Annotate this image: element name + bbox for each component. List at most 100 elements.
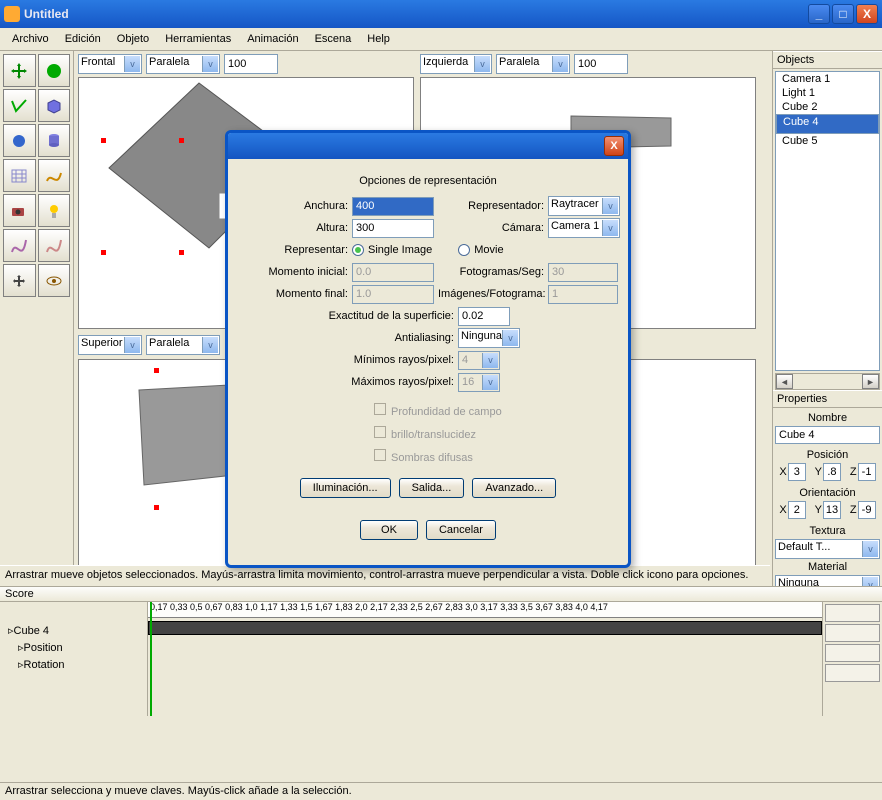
gloss-label: brillo/translucidez bbox=[391, 429, 476, 441]
tl-tool-1[interactable] bbox=[825, 604, 880, 622]
dialog-close-icon[interactable]: X bbox=[604, 136, 624, 156]
list-item[interactable]: Cube 2 bbox=[776, 100, 879, 114]
tl-tool-3[interactable] bbox=[825, 644, 880, 662]
pos-x-input[interactable] bbox=[788, 463, 806, 481]
cylinder-tool[interactable] bbox=[38, 124, 71, 157]
list-item[interactable]: Camera 1 bbox=[776, 72, 879, 86]
track-name[interactable]: ▹Cube 4 bbox=[4, 622, 143, 639]
window-title: Untitled bbox=[24, 7, 806, 21]
camera-label: Cámara: bbox=[438, 222, 544, 234]
move-view-tool[interactable] bbox=[3, 264, 36, 297]
track-row[interactable]: ▹Position bbox=[4, 639, 143, 656]
right-panel: Objects Camera 1 Light 1 Cube 2 Cube 4 C… bbox=[772, 51, 882, 641]
curve-tool[interactable] bbox=[3, 229, 36, 262]
view-bl-select[interactable]: Superior bbox=[78, 335, 142, 355]
ori-z-input[interactable] bbox=[858, 501, 876, 519]
dialog-titlebar[interactable]: X bbox=[228, 133, 628, 159]
proj-tl-select[interactable]: Paralela bbox=[146, 54, 220, 74]
sphere-tool[interactable] bbox=[38, 54, 71, 87]
menu-herramientas[interactable]: Herramientas bbox=[157, 30, 239, 48]
score-header: Score bbox=[0, 586, 882, 602]
antialias-select[interactable]: Ninguna bbox=[458, 328, 520, 348]
texture-select[interactable]: Default T... bbox=[775, 539, 880, 559]
minimize-button[interactable]: _ bbox=[808, 4, 830, 24]
playhead[interactable] bbox=[150, 602, 152, 716]
eye-tool[interactable] bbox=[38, 264, 71, 297]
track-row[interactable]: ▹Rotation bbox=[4, 656, 143, 673]
timeline-tools bbox=[822, 602, 882, 716]
output-button[interactable]: Salida... bbox=[399, 478, 465, 498]
height-input[interactable] bbox=[352, 219, 434, 238]
cancel-button[interactable]: Cancelar bbox=[426, 520, 496, 540]
advanced-button[interactable]: Avanzado... bbox=[472, 478, 556, 498]
scale-tool[interactable] bbox=[3, 124, 36, 157]
timeline-ruler[interactable]: 0,17 0,33 0,5 0,67 0,83 1,0 1,17 1,33 1,… bbox=[148, 602, 822, 618]
tl-tool-2[interactable] bbox=[825, 624, 880, 642]
zoom-tr-input[interactable] bbox=[574, 54, 628, 74]
menu-objeto[interactable]: Objeto bbox=[109, 30, 157, 48]
spline-tool[interactable] bbox=[38, 159, 71, 192]
width-input[interactable] bbox=[352, 197, 434, 216]
renderer-label: Representador: bbox=[438, 200, 544, 212]
width-label: Anchura: bbox=[234, 200, 348, 212]
list-item[interactable]: Light 1 bbox=[776, 86, 879, 100]
move-tool[interactable] bbox=[3, 54, 36, 87]
single-image-label: Single Image bbox=[368, 244, 432, 256]
ori-y-input[interactable] bbox=[823, 501, 841, 519]
camera-tool[interactable] bbox=[3, 194, 36, 227]
material-label: Material bbox=[775, 559, 880, 575]
dof-checkbox bbox=[374, 403, 386, 415]
maxray-label: Máximos rayos/pixel: bbox=[234, 376, 454, 388]
single-image-radio[interactable] bbox=[352, 244, 364, 256]
renderer-select[interactable]: Raytracer bbox=[548, 196, 620, 216]
zoom-tl-input[interactable] bbox=[224, 54, 278, 74]
proj-bl-select[interactable]: Paralela bbox=[146, 335, 220, 355]
maxray-select: 16 bbox=[458, 373, 500, 392]
minray-label: Mínimos rayos/pixel: bbox=[234, 354, 454, 366]
curve2-tool[interactable] bbox=[38, 229, 71, 262]
scroll-left-icon[interactable]: ◄ bbox=[776, 374, 793, 389]
ipf-label: Imágenes/Fotograma: bbox=[438, 288, 544, 300]
ori-x-input[interactable] bbox=[788, 501, 806, 519]
menu-help[interactable]: Help bbox=[359, 30, 398, 48]
scroll-right-icon[interactable]: ► bbox=[862, 374, 879, 389]
accuracy-input[interactable] bbox=[458, 307, 510, 326]
maximize-button[interactable]: □ bbox=[832, 4, 854, 24]
close-button[interactable]: X bbox=[856, 4, 878, 24]
movie-radio[interactable] bbox=[458, 244, 470, 256]
render-label: Representar: bbox=[234, 244, 348, 256]
menu-escena[interactable]: Escena bbox=[307, 30, 360, 48]
name-input[interactable] bbox=[775, 426, 880, 444]
pos-y-input[interactable] bbox=[823, 463, 841, 481]
view-tl-select[interactable]: Frontal bbox=[78, 54, 142, 74]
pos-z-input[interactable] bbox=[858, 463, 876, 481]
accuracy-label: Exactitud de la superficie: bbox=[234, 310, 454, 322]
objects-scrollbar[interactable]: ◄ ► bbox=[775, 373, 880, 390]
window-titlebar: Untitled _ □ X bbox=[0, 0, 882, 28]
illumination-button[interactable]: Iluminación... bbox=[300, 478, 391, 498]
menu-edicion[interactable]: Edición bbox=[57, 30, 109, 48]
view-tr-select[interactable]: Izquierda bbox=[420, 54, 492, 74]
list-item[interactable]: Cube 4 bbox=[776, 114, 879, 134]
rotate-tool[interactable] bbox=[3, 89, 36, 122]
mesh-tool[interactable] bbox=[3, 159, 36, 192]
objects-header: Objects bbox=[773, 51, 882, 69]
camera-select[interactable]: Camera 1 bbox=[548, 218, 620, 238]
ok-button[interactable]: OK bbox=[360, 520, 418, 540]
menu-animacion[interactable]: Animación bbox=[239, 30, 306, 48]
name-label: Nombre bbox=[775, 410, 880, 426]
track-bar[interactable] bbox=[148, 621, 822, 635]
menu-archivo[interactable]: Archivo bbox=[4, 30, 57, 48]
softshadow-checkbox bbox=[374, 449, 386, 461]
cube-tool[interactable] bbox=[38, 89, 71, 122]
list-item[interactable]: Cube 5 bbox=[776, 134, 879, 148]
object-list[interactable]: Camera 1 Light 1 Cube 2 Cube 4 Cube 5 bbox=[775, 71, 880, 371]
gloss-checkbox bbox=[374, 426, 386, 438]
proj-tr-select[interactable]: Paralela bbox=[496, 54, 570, 74]
tl-tool-4[interactable] bbox=[825, 664, 880, 682]
orientation-label: Orientación bbox=[775, 485, 880, 501]
light-tool[interactable] bbox=[38, 194, 71, 227]
timeline: ▹Cube 4 ▹Position ▹Rotation 0,17 0,33 0,… bbox=[0, 602, 882, 716]
height-label: Altura: bbox=[234, 222, 348, 234]
render-options-dialog: X Opciones de representación Anchura: Re… bbox=[225, 130, 631, 568]
